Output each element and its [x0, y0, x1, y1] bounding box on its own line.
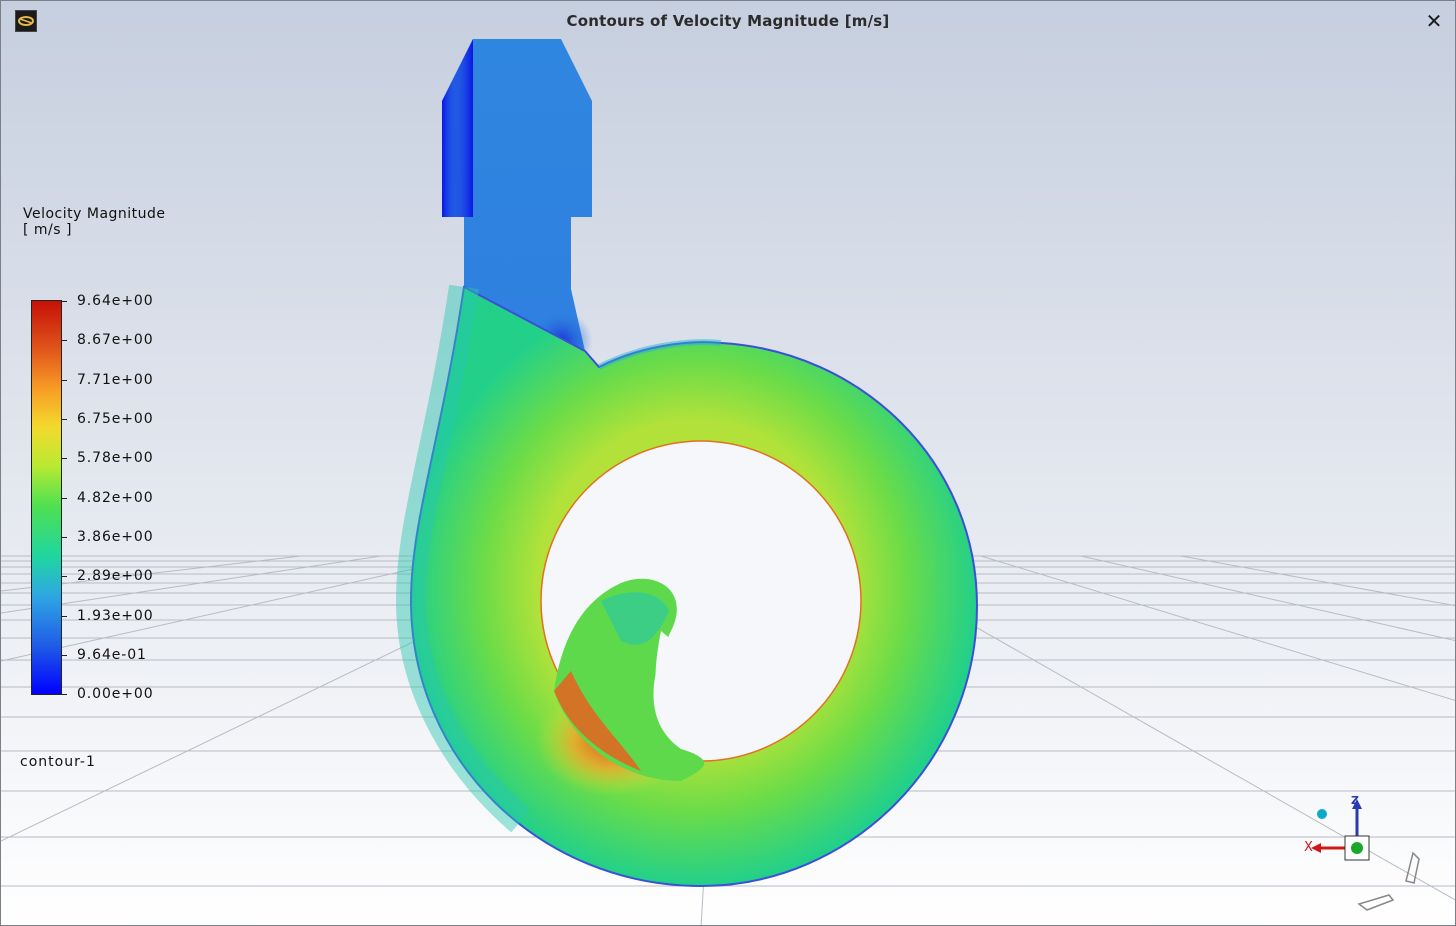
tick-label: 9.64e+00	[77, 293, 154, 309]
tick-label: 0.00e+00	[77, 686, 154, 702]
graphics-viewport[interactable]: Velocity Magnitude [ m/s ] 9.64e+00 8.67…	[1, 1, 1455, 925]
tick-mark	[61, 458, 67, 459]
legend-title-line2: [ m/s ]	[23, 222, 72, 238]
contour-name-label: contour-1	[20, 754, 96, 770]
tick-mark	[61, 655, 67, 656]
legend-title-line1: Velocity Magnitude	[23, 206, 166, 222]
tick-mark	[61, 301, 67, 302]
triad-origin-dot	[1317, 809, 1327, 819]
tick-label: 9.64e-01	[77, 647, 147, 663]
title-bar: Contours of Velocity Magnitude [m/s] ✕	[1, 1, 1455, 41]
tick-mark	[61, 576, 67, 577]
tick-label: 3.86e+00	[77, 529, 154, 545]
tick-mark	[61, 694, 67, 695]
tick-label: 6.75e+00	[77, 411, 154, 427]
z-axis-label: Z	[1351, 794, 1359, 807]
tick-label: 5.78e+00	[77, 450, 154, 466]
tick-mark	[61, 537, 67, 538]
tick-label: 4.82e+00	[77, 490, 154, 506]
y-axis-dot	[1351, 842, 1363, 854]
tick-mark	[61, 616, 67, 617]
tick-label: 8.67e+00	[77, 332, 154, 348]
graphics-window: Velocity Magnitude [ m/s ] 9.64e+00 8.67…	[0, 0, 1456, 926]
tick-mark	[61, 380, 67, 381]
tick-label: 1.93e+00	[77, 608, 154, 624]
x-axis-label: X	[1304, 840, 1313, 855]
colorbar	[31, 300, 62, 695]
close-button[interactable]: ✕	[1421, 7, 1447, 35]
tick-label: 7.71e+00	[77, 372, 154, 388]
tick-label: 2.89e+00	[77, 568, 154, 584]
window-title: Contours of Velocity Magnitude [m/s]	[566, 12, 890, 30]
tick-mark	[61, 340, 67, 341]
legend-title: Velocity Magnitude [ m/s ]	[23, 206, 166, 238]
tick-mark	[61, 419, 67, 420]
tick-mark	[61, 498, 67, 499]
scene-svg	[1, 1, 1455, 925]
